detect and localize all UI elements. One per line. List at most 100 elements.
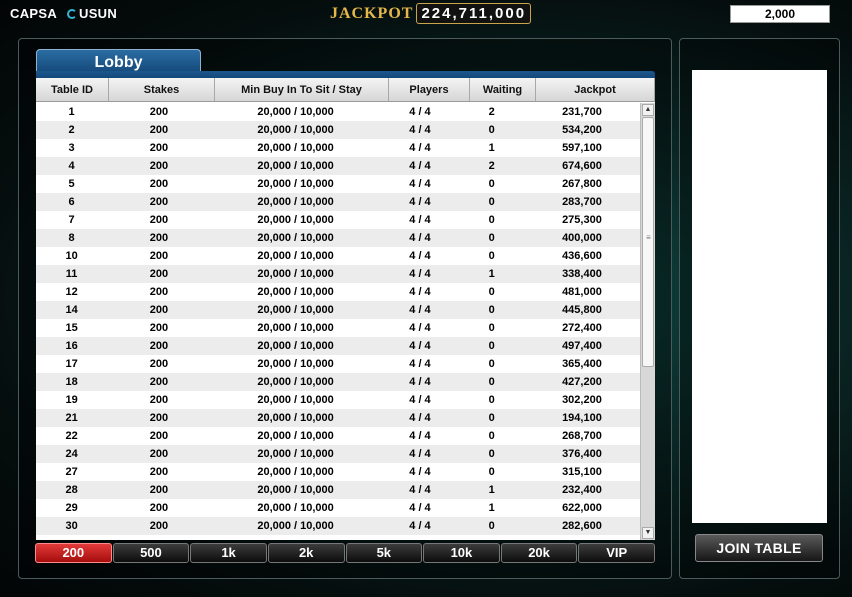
cell-waiting: 0: [488, 250, 495, 262]
table-row[interactable]: 4 200 20,000 / 10,000 4 / 4 2 674,600: [36, 157, 640, 175]
cell-waiting: 0: [488, 178, 495, 190]
table-row[interactable]: 29 200 20,000 / 10,000 4 / 4 1 622,000: [36, 499, 640, 517]
cell-waiting: 2: [488, 106, 495, 118]
stake-tab-vip[interactable]: VIP: [578, 543, 655, 563]
cell-id: 1: [68, 106, 75, 118]
cell-jackpot: 272,400: [562, 322, 602, 334]
table-scrollbar[interactable]: ▲ ≡ ▼: [640, 103, 655, 540]
stake-tab-20k[interactable]: 20k: [500, 543, 578, 563]
cell-stakes: 200: [149, 286, 169, 298]
stake-tab-200[interactable]: 200: [35, 543, 112, 563]
grip-icon: ≡: [646, 233, 651, 242]
cell-id: 19: [65, 394, 78, 406]
table-row[interactable]: 18 200 20,000 / 10,000 4 / 4 0 427,200: [36, 373, 640, 391]
cell-stakes: 200: [149, 484, 169, 496]
cell-id: 3: [68, 142, 75, 154]
cell-stakes: 200: [149, 358, 169, 370]
table-row[interactable]: 5 200 20,000 / 10,000 4 / 4 0 267,800: [36, 175, 640, 193]
cell-jackpot: 376,400: [562, 448, 602, 460]
scroll-up-arrow-icon[interactable]: ▲: [642, 104, 654, 116]
cell-waiting: 0: [488, 322, 495, 334]
table-row[interactable]: 28 200 20,000 / 10,000 4 / 4 1 232,400: [36, 481, 640, 499]
stake-tab-500[interactable]: 500: [112, 543, 190, 563]
cell-waiting: 0: [488, 520, 495, 532]
cell-players: 4 / 4: [409, 484, 431, 496]
cell-jackpot: 268,700: [562, 430, 602, 442]
table-row[interactable]: 16 200 20,000 / 10,000 4 / 4 0 497,400: [36, 337, 640, 355]
table-row[interactable]: 19 200 20,000 / 10,000 4 / 4 0 302,200: [36, 391, 640, 409]
table-row[interactable]: 11 200 20,000 / 10,000 4 / 4 1 338,400: [36, 265, 640, 283]
cell-id: 6: [68, 196, 75, 208]
cell-waiting: 1: [488, 142, 495, 154]
col-header-players[interactable]: Players: [389, 78, 470, 101]
stakes-filter-bar: 200 500 1k 2k 5k 10k 20k VIP: [35, 543, 655, 563]
col-header-waiting[interactable]: Waiting: [470, 78, 536, 101]
cell-waiting: 0: [488, 124, 495, 136]
col-header-stakes[interactable]: Stakes: [109, 78, 215, 101]
table-row[interactable]: 3 200 20,000 / 10,000 4 / 4 1 597,100: [36, 139, 640, 157]
table-row[interactable]: 24 200 20,000 / 10,000 4 / 4 0 376,400: [36, 445, 640, 463]
stake-tab-5k[interactable]: 5k: [345, 543, 423, 563]
col-header-jackpot[interactable]: Jackpot: [536, 78, 655, 101]
stake-tab-2k[interactable]: 2k: [267, 543, 345, 563]
stake-tab-1k[interactable]: 1k: [190, 543, 267, 563]
cell-players: 4 / 4: [409, 286, 431, 298]
cell-jackpot: 282,600: [562, 520, 602, 532]
cell-players: 4 / 4: [409, 322, 431, 334]
cell-stakes: 200: [149, 394, 169, 406]
cell-players: 4 / 4: [409, 376, 431, 388]
cell-stakes: 200: [149, 106, 169, 118]
table-header: Table ID Stakes Min Buy In To Sit / Stay…: [36, 78, 655, 102]
col-header-min-buy-in[interactable]: Min Buy In To Sit / Stay: [215, 78, 389, 101]
cell-id: 16: [65, 340, 78, 352]
table-row[interactable]: 22 200 20,000 / 10,000 4 / 4 0 268,700: [36, 427, 640, 445]
cell-jackpot: 315,100: [562, 466, 602, 478]
cell-waiting: 0: [488, 466, 495, 478]
scroll-down-arrow-icon[interactable]: ▼: [642, 527, 654, 539]
cell-jackpot: 597,100: [562, 142, 602, 154]
join-table-button[interactable]: JOIN TABLE: [695, 534, 823, 562]
cell-stakes: 200: [149, 214, 169, 226]
cell-players: 4 / 4: [409, 160, 431, 172]
table-row[interactable]: 17 200 20,000 / 10,000 4 / 4 0 365,400: [36, 355, 640, 373]
scrollbar-thumb[interactable]: ≡: [642, 117, 654, 367]
cell-stakes: 200: [149, 142, 169, 154]
table-row[interactable]: 21 200 20,000 / 10,000 4 / 4 0 194,100: [36, 409, 640, 427]
cell-buyin: 20,000 / 10,000: [257, 178, 334, 190]
jackpot-display: JACKPOT 224,711,000: [330, 3, 532, 24]
tab-lobby[interactable]: Lobby: [36, 49, 201, 73]
cell-id: 12: [65, 286, 78, 298]
cell-players: 4 / 4: [409, 520, 431, 532]
table-row[interactable]: 6 200 20,000 / 10,000 4 / 4 0 283,700: [36, 193, 640, 211]
table-row[interactable]: 15 200 20,000 / 10,000 4 / 4 0 272,400: [36, 319, 640, 337]
table-row[interactable]: 30 200 20,000 / 10,000 4 / 4 0 282,600: [36, 517, 640, 535]
table-row[interactable]: 1 200 20,000 / 10,000 4 / 4 2 231,700: [36, 103, 640, 121]
cell-stakes: 200: [149, 340, 169, 352]
cell-jackpot: 338,400: [562, 268, 602, 280]
table-row[interactable]: 10 200 20,000 / 10,000 4 / 4 0 436,600: [36, 247, 640, 265]
cell-players: 4 / 4: [409, 430, 431, 442]
cell-buyin: 20,000 / 10,000: [257, 106, 334, 118]
table-row[interactable]: 7 200 20,000 / 10,000 4 / 4 0 275,300: [36, 211, 640, 229]
table-row[interactable]: 2 200 20,000 / 10,000 4 / 4 0 534,200: [36, 121, 640, 139]
table-row[interactable]: 14 200 20,000 / 10,000 4 / 4 0 445,800: [36, 301, 640, 319]
cell-buyin: 20,000 / 10,000: [257, 520, 334, 532]
cell-stakes: 200: [149, 124, 169, 136]
cell-stakes: 200: [149, 376, 169, 388]
cell-buyin: 20,000 / 10,000: [257, 466, 334, 478]
cell-stakes: 200: [149, 196, 169, 208]
cell-jackpot: 445,800: [562, 304, 602, 316]
cell-id: 14: [65, 304, 78, 316]
cell-waiting: 0: [488, 394, 495, 406]
col-header-table-id[interactable]: Table ID: [36, 78, 109, 101]
cell-players: 4 / 4: [409, 358, 431, 370]
cell-players: 4 / 4: [409, 394, 431, 406]
cell-players: 4 / 4: [409, 196, 431, 208]
cell-id: 18: [65, 376, 78, 388]
cell-jackpot: 232,400: [562, 484, 602, 496]
table-row[interactable]: 8 200 20,000 / 10,000 4 / 4 0 400,000: [36, 229, 640, 247]
table-row[interactable]: 12 200 20,000 / 10,000 4 / 4 0 481,000: [36, 283, 640, 301]
stake-tab-10k[interactable]: 10k: [423, 543, 500, 563]
table-row[interactable]: 27 200 20,000 / 10,000 4 / 4 0 315,100: [36, 463, 640, 481]
cell-jackpot: 194,100: [562, 412, 602, 424]
